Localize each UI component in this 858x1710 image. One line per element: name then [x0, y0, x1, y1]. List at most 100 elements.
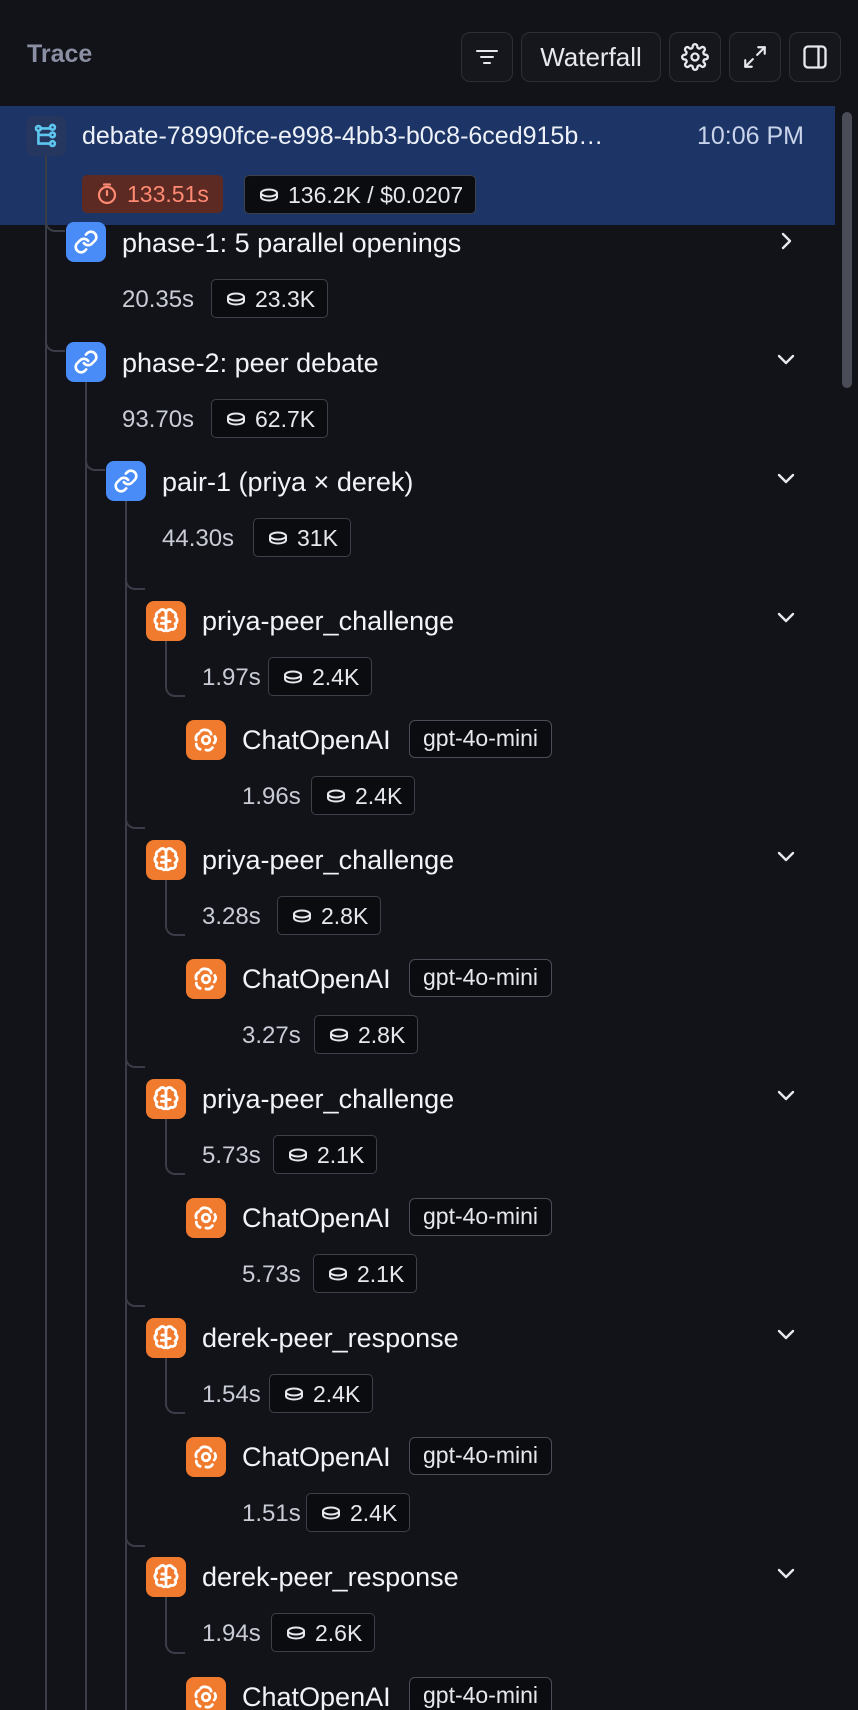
coin-icon [227, 292, 245, 306]
span-duration: 20.35s [122, 286, 195, 313]
openai-icon [186, 1677, 226, 1710]
chevron-down-icon[interactable] [773, 1321, 799, 1347]
span-tokens: 2.8K [321, 902, 369, 929]
root-duration: 133.51s [127, 180, 209, 207]
coin-icon [269, 531, 287, 545]
filter-icon [476, 50, 498, 64]
span-name: pair-1 (priya × derek) [162, 467, 414, 497]
filter-button[interactable] [461, 32, 513, 82]
token-badge: 31K [253, 518, 351, 557]
span-tokens: 2.6K [315, 1619, 363, 1646]
brain-icon [146, 840, 186, 880]
coin-icon [293, 909, 311, 923]
root-run-name: debate-78990fce-e998-4bb3-b0c8-6ced915b… [82, 122, 604, 150]
scrollbar[interactable] [835, 106, 858, 1710]
timer-icon [97, 183, 117, 205]
coin-icon [322, 1506, 340, 1520]
span-tokens: 2.4K [350, 1499, 398, 1526]
coin-icon [227, 412, 245, 426]
brain-icon [146, 1318, 186, 1358]
span-duration: 44.30s [162, 525, 235, 552]
span-duration: 3.27s [242, 1022, 301, 1049]
span-tokens: 2.8K [358, 1021, 406, 1048]
span-duration: 3.28s [202, 903, 261, 930]
root-tokens-cost: 136.2K / $0.0207 [288, 181, 464, 208]
token-badge: 2.6K [271, 1613, 376, 1652]
model-badge: gpt-4o-mini [409, 720, 553, 758]
tree-connector [125, 1521, 145, 1547]
coin-icon [284, 670, 302, 684]
span-duration: 1.54s [202, 1381, 261, 1408]
span-tokens: 2.4K [313, 1380, 361, 1407]
token-badge: 2.4K [306, 1493, 411, 1532]
brain-icon [146, 601, 186, 641]
chevron-down-icon[interactable] [773, 465, 799, 491]
llm-name: ChatOpenAI [242, 1442, 391, 1472]
token-badge: 2.4K [268, 657, 373, 696]
token-badge: 2.8K [277, 896, 382, 935]
tree-connector [125, 1281, 145, 1307]
chevron-down-icon[interactable] [773, 604, 799, 630]
expand-icon [744, 46, 766, 68]
token-cost-badge: 136.2K / $0.0207 [244, 175, 477, 214]
token-badge: 2.4K [311, 776, 416, 815]
token-badge: 2.8K [314, 1015, 419, 1054]
llm-name: ChatOpenAI [242, 1682, 391, 1710]
coin-icon [329, 1267, 347, 1281]
coin-icon [327, 789, 345, 803]
span-duration: 93.70s [122, 406, 195, 433]
span-tokens: 31K [297, 524, 338, 551]
span-tokens: 23.3K [255, 285, 316, 312]
toggle-sidebar-button[interactable] [789, 32, 841, 82]
span-name: priya-peer_challenge [202, 606, 455, 636]
duration-badge: 133.51s [82, 175, 223, 213]
chevron-down-icon[interactable] [773, 346, 799, 372]
panel-title: Trace [27, 40, 93, 68]
settings-button[interactable] [669, 32, 721, 82]
gear-icon [681, 43, 709, 71]
scrollbar-thumb[interactable] [842, 112, 852, 388]
span-name: derek-peer_response [202, 1323, 459, 1353]
span-tokens: 2.4K [312, 663, 360, 690]
tree-connector [45, 156, 47, 1710]
coin-icon [330, 1028, 348, 1042]
openai-icon [186, 1198, 226, 1238]
llm-name: ChatOpenAI [242, 725, 391, 755]
tree-connector [125, 564, 145, 590]
token-badge: 23.3K [211, 279, 329, 318]
tree-connector [125, 803, 145, 829]
model-badge: gpt-4o-mini [409, 1677, 553, 1710]
span-duration: 5.73s [242, 1261, 301, 1288]
waterfall-view-button[interactable]: Waterfall [521, 32, 661, 82]
span-name: phase-1: 5 parallel openings [122, 228, 462, 258]
chain-link-icon [66, 222, 106, 262]
chevron-down-icon[interactable] [773, 843, 799, 869]
chevron-down-icon[interactable] [773, 1082, 799, 1108]
trace-tree-icon [26, 116, 66, 156]
trace-header: Trace Waterfall [0, 0, 858, 106]
brain-icon [146, 1079, 186, 1119]
span-duration: 1.94s [202, 1620, 261, 1647]
chevron-right-icon[interactable] [773, 228, 799, 254]
model-badge: gpt-4o-mini [409, 1198, 553, 1236]
tree-connector [85, 375, 87, 1710]
span-name: phase-2: peer debate [122, 348, 379, 378]
llm-name: ChatOpenAI [242, 964, 391, 994]
openai-icon [186, 1437, 226, 1477]
model-badge: gpt-4o-mini [409, 1437, 553, 1475]
tree-connector [45, 326, 65, 352]
coin-icon [260, 188, 278, 202]
brain-icon [146, 1557, 186, 1597]
coin-icon [287, 1626, 305, 1640]
openai-icon [186, 720, 226, 760]
span-duration: 1.51s [242, 1500, 301, 1527]
span-name: priya-peer_challenge [202, 1084, 455, 1114]
chain-link-icon [66, 342, 106, 382]
expand-button[interactable] [729, 32, 781, 82]
root-run-time: 10:06 PM [697, 122, 805, 150]
span-tokens: 62.7K [255, 405, 316, 432]
chevron-down-icon[interactable] [773, 1560, 799, 1586]
token-badge: 2.4K [269, 1374, 374, 1413]
coin-icon [285, 1387, 303, 1401]
span-duration: 1.97s [202, 664, 261, 691]
